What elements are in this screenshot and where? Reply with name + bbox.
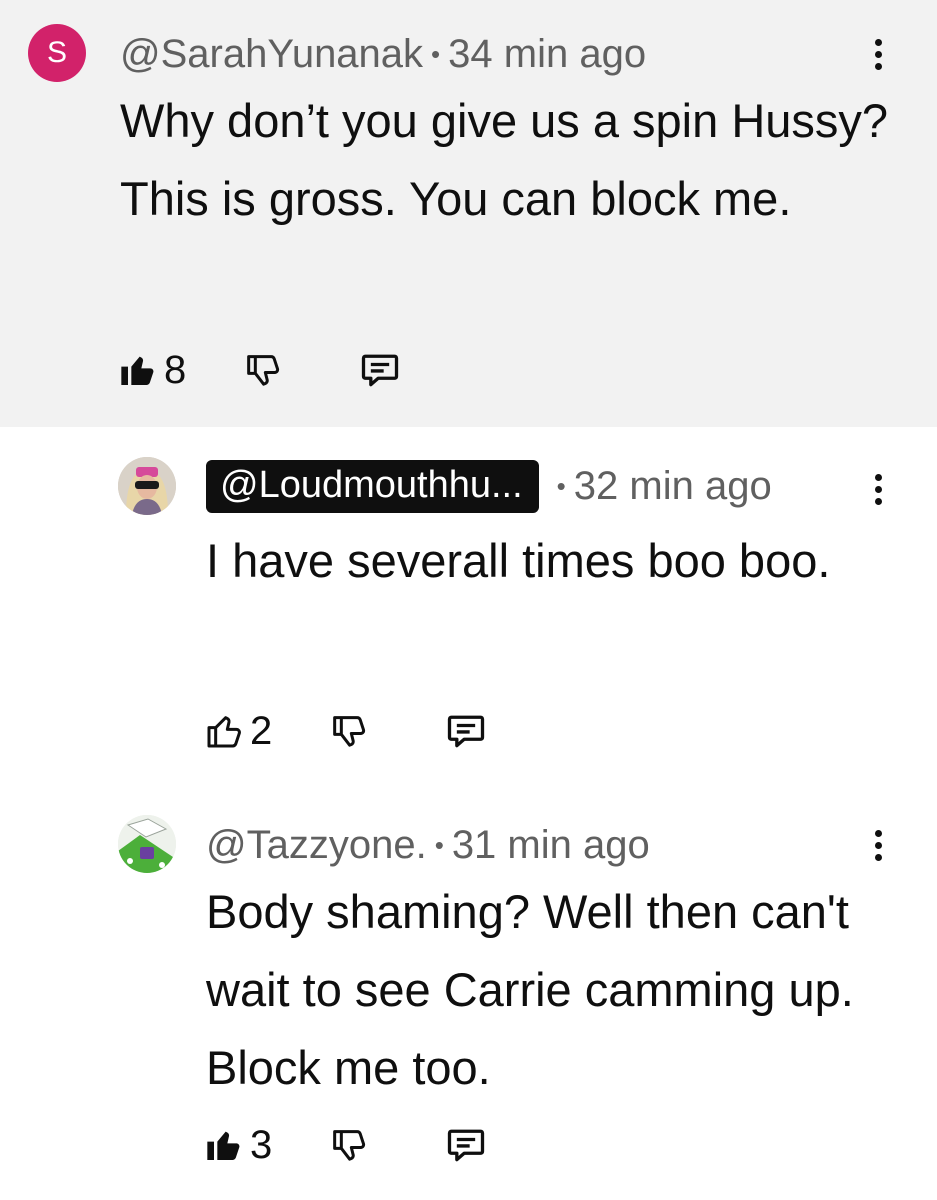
reply-button[interactable] bbox=[444, 709, 488, 753]
comment-item: @Loudmouthhu... • 32 min ago I have seve… bbox=[0, 427, 937, 787]
author-handle[interactable]: @Tazzyone. bbox=[206, 823, 427, 868]
separator-dot: • bbox=[556, 470, 566, 501]
thumbs-up-filled-icon bbox=[118, 350, 158, 390]
like-button[interactable]: 2 bbox=[204, 709, 272, 754]
more-vertical-icon[interactable] bbox=[863, 32, 893, 76]
thumbs-up-filled-icon bbox=[204, 1125, 244, 1165]
dislike-button[interactable] bbox=[242, 350, 282, 390]
reply-comment-icon bbox=[358, 348, 402, 392]
comment-text: Body shaming? Well then can't wait to se… bbox=[206, 885, 854, 1094]
like-count: 3 bbox=[250, 1122, 273, 1167]
like-button[interactable]: 8 bbox=[118, 348, 186, 393]
like-button[interactable]: 3 bbox=[204, 1123, 272, 1168]
thumbs-up-outline-icon bbox=[204, 711, 244, 751]
avatar[interactable]: S bbox=[28, 24, 86, 82]
thumbs-down-icon bbox=[328, 711, 368, 751]
thumbs-down-icon bbox=[328, 1125, 368, 1165]
reply-comment-icon bbox=[444, 1123, 488, 1167]
like-count: 2 bbox=[250, 708, 273, 753]
comment-actions: 8 bbox=[118, 346, 402, 394]
reply-button[interactable] bbox=[358, 348, 402, 392]
dislike-button[interactable] bbox=[328, 1125, 368, 1165]
reply-comment-icon bbox=[444, 709, 488, 753]
comment-text: Why don’t you give us a spin Hussy? This… bbox=[120, 94, 889, 225]
separator-dot: • bbox=[431, 38, 441, 69]
comment-header: @SarahYunanak • 34 min ago bbox=[120, 26, 646, 82]
comment-text: I have severall times boo boo. bbox=[206, 534, 831, 587]
author-handle[interactable]: @SarahYunanak bbox=[120, 32, 423, 77]
separator-dot: • bbox=[434, 829, 444, 860]
comment-item: @Tazzyone. • 31 min ago Body shaming? We… bbox=[0, 787, 937, 1200]
comment-actions: 2 bbox=[204, 707, 488, 755]
avatar-letter: S bbox=[46, 36, 67, 69]
dislike-button[interactable] bbox=[328, 711, 368, 751]
comment-header: @Tazzyone. • 31 min ago bbox=[206, 817, 650, 873]
more-vertical-icon[interactable] bbox=[863, 467, 893, 511]
reply-button[interactable] bbox=[444, 1123, 488, 1167]
avatar[interactable] bbox=[118, 815, 176, 873]
timestamp[interactable]: 34 min ago bbox=[448, 32, 646, 77]
timestamp[interactable]: 31 min ago bbox=[452, 823, 650, 868]
author-handle[interactable]: @Loudmouthhu... bbox=[206, 459, 539, 513]
timestamp[interactable]: 32 min ago bbox=[574, 464, 772, 509]
like-count: 8 bbox=[164, 347, 187, 392]
avatar[interactable] bbox=[118, 457, 176, 515]
more-vertical-icon[interactable] bbox=[863, 823, 893, 867]
comment-actions: 3 bbox=[204, 1121, 488, 1169]
comment-header: @Loudmouthhu... • 32 min ago bbox=[206, 457, 772, 515]
thumbs-down-icon bbox=[242, 350, 282, 390]
comment-item: S @SarahYunanak • 34 min ago Why don’t y… bbox=[0, 0, 937, 427]
